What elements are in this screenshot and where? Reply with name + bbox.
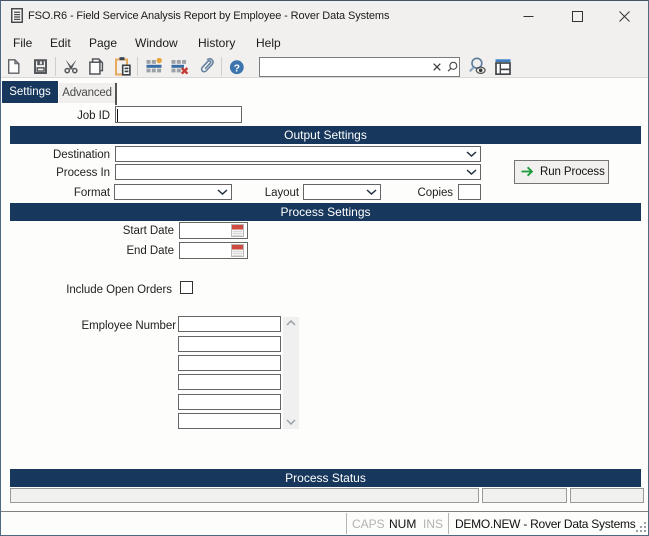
svg-text:?: ? bbox=[234, 62, 240, 74]
